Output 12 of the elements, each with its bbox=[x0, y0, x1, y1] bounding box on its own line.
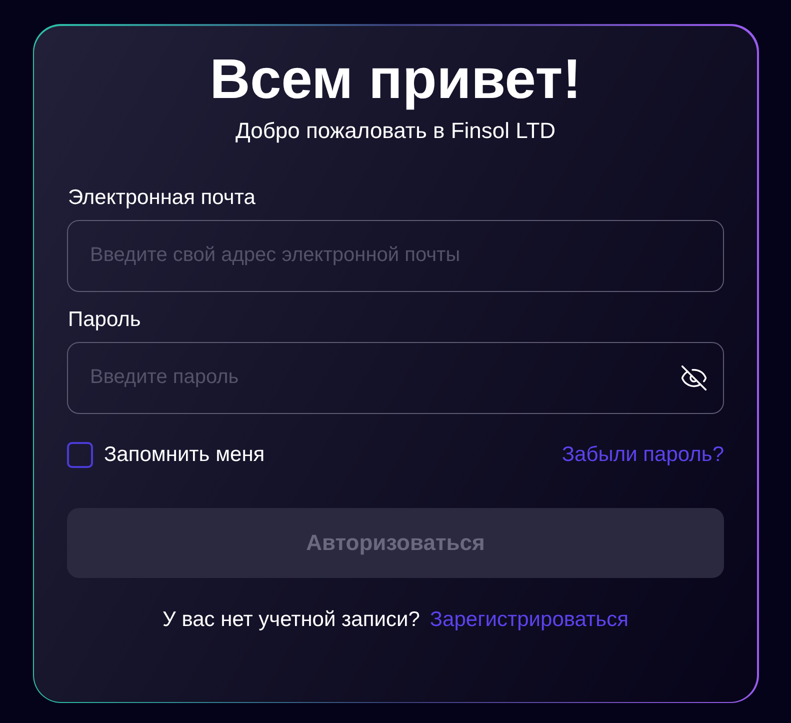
remember-checkbox[interactable] bbox=[67, 442, 93, 468]
password-field[interactable]: Введите пароль bbox=[67, 342, 724, 414]
eye-slash-icon[interactable] bbox=[680, 364, 708, 392]
field-label: Пароль bbox=[68, 308, 142, 332]
greeting-title: Всем привет! bbox=[208, 46, 582, 112]
welcome-subtitle: Добро пожаловать в Finsol LTD bbox=[234, 118, 557, 144]
remember-label: Запомнить меня bbox=[104, 442, 265, 466]
signup-prompt: У вас нет учетной записи? bbox=[162, 608, 420, 632]
field-label: Электронная почта bbox=[68, 186, 256, 210]
email-field[interactable]: Введите свой адрес электронной почты bbox=[67, 220, 724, 292]
signup-link[interactable]: Зарегистрироваться bbox=[430, 608, 628, 632]
forgot-password-link[interactable]: Забыли пароль? bbox=[562, 442, 724, 466]
